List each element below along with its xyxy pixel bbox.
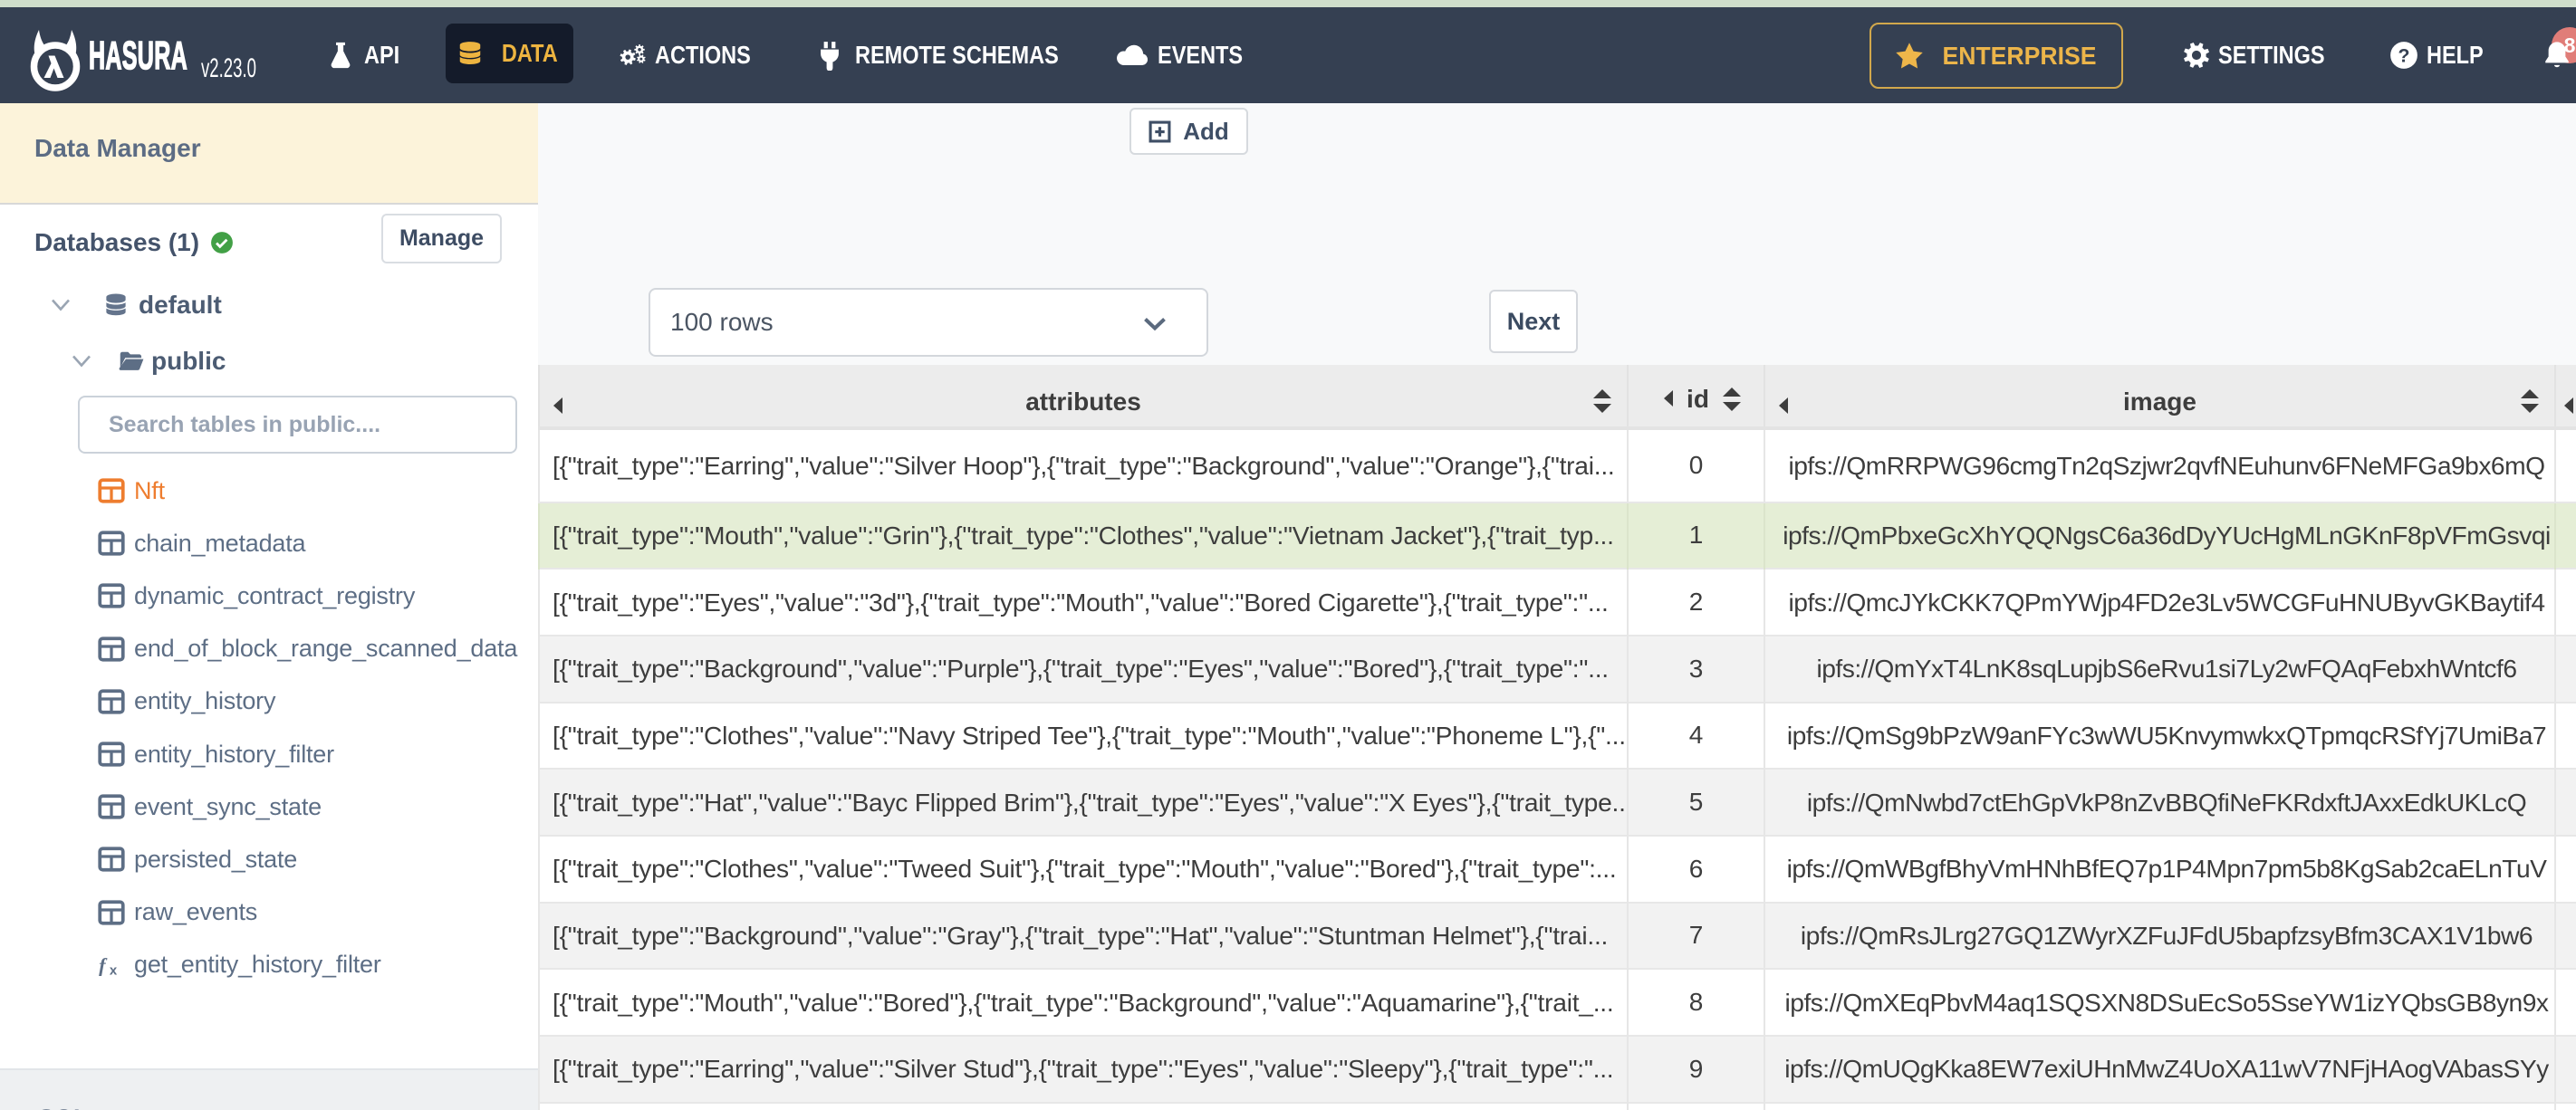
svg-text:x: x [110, 962, 118, 978]
svg-text:?: ? [2398, 44, 2410, 66]
svg-text:f: f [99, 953, 108, 976]
